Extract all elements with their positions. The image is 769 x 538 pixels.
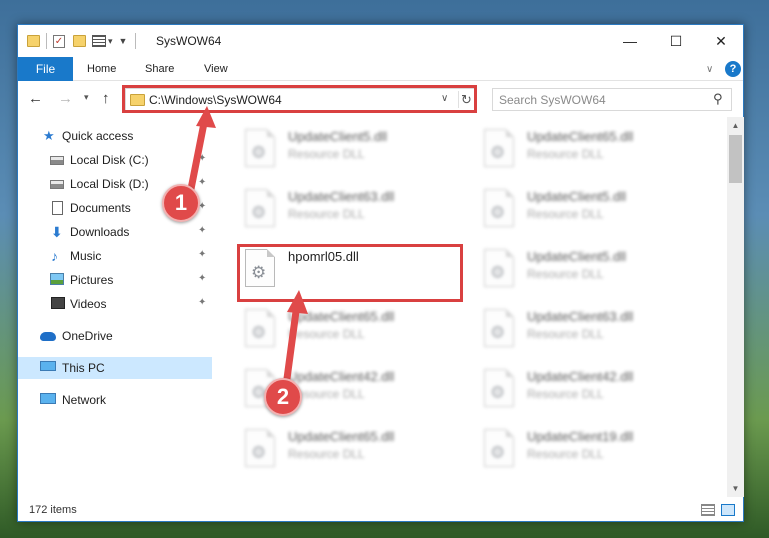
callout-1: 1 (162, 184, 200, 222)
callout-2: 2 (264, 378, 302, 416)
arrow-1 (186, 114, 209, 198)
annotation-arrows (186, 106, 308, 390)
arrow-2 (282, 300, 301, 390)
arrow-2-head (287, 290, 308, 314)
arrow-1-head (196, 106, 216, 128)
